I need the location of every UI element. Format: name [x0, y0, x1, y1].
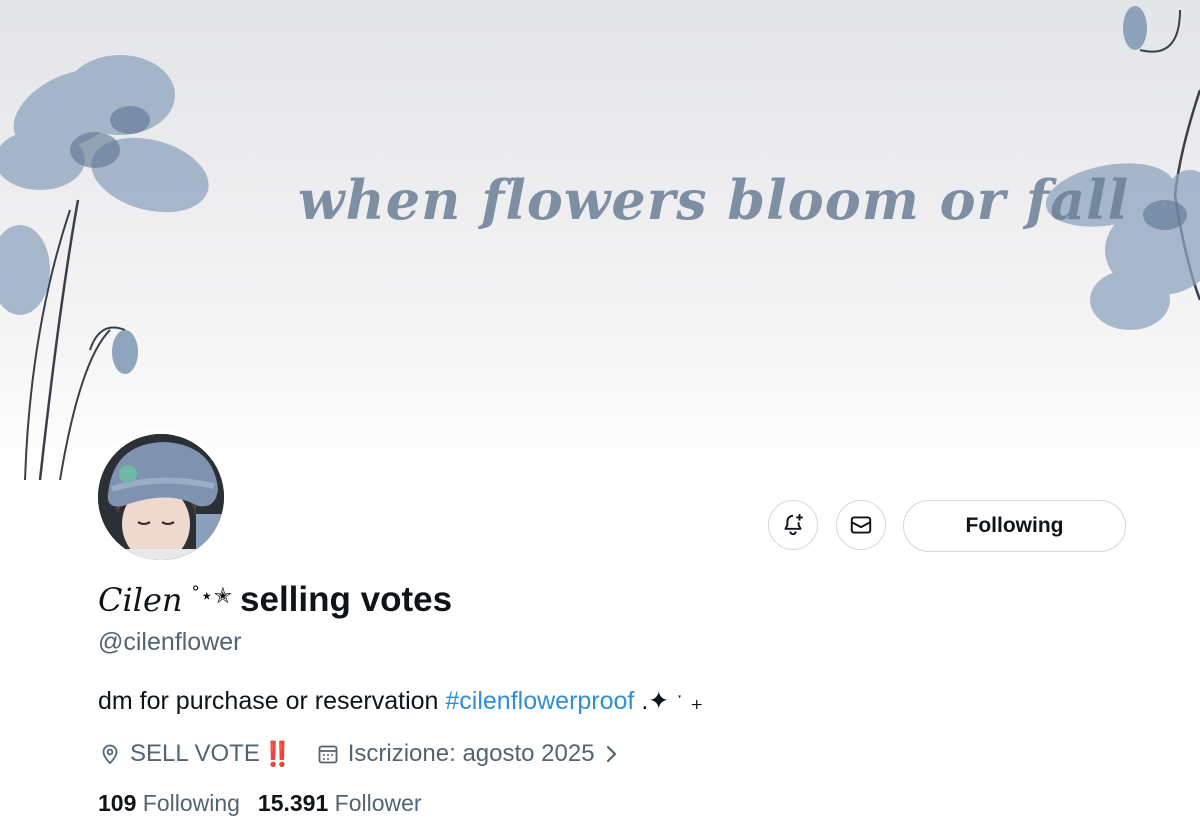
following-label: Following	[142, 790, 240, 816]
profile-meta: SELL VOTE ‼️ Iscrizione: agosto 2025	[98, 737, 621, 771]
following-button[interactable]: Following	[903, 500, 1126, 552]
display-name: Cilen ˚⋆✭ selling votes	[98, 578, 452, 622]
avatar-photo	[98, 434, 224, 560]
display-name-script: Cilen	[98, 581, 183, 619]
double-exclamation-emoji: ‼️	[262, 740, 293, 768]
following-count: 109	[98, 790, 137, 816]
followers-stat[interactable]: 15.391 Follower	[258, 790, 422, 817]
banner-caption: when flowers bloom or fall	[298, 168, 1130, 232]
message-button[interactable]	[836, 500, 886, 550]
joined-item[interactable]: Iscrizione: agosto 2025	[316, 740, 621, 768]
bell-plus-icon	[784, 514, 803, 536]
location-text: SELL VOTE	[130, 740, 260, 767]
location-pin-icon	[102, 744, 118, 765]
profile-banner[interactable]: when flowers bloom or fall	[0, 0, 1200, 480]
bio-suffix: .✦ ˑ ₊	[641, 687, 704, 715]
avatar[interactable]	[93, 429, 229, 565]
chevron-right-icon	[606, 745, 616, 763]
followers-count: 15.391	[257, 790, 329, 816]
calendar-icon	[318, 745, 338, 764]
profile-handle: @cilenflower	[98, 628, 242, 656]
display-name-symbols: ˚⋆✭	[192, 583, 233, 608]
bio-text: dm for purchase or reservation	[98, 687, 439, 715]
display-name-text: selling votes	[240, 580, 453, 619]
notification-button[interactable]	[768, 500, 818, 550]
profile-bio: dm for purchase or reservation #cilenflo…	[98, 686, 703, 716]
joined-text: Iscrizione: agosto 2025	[347, 740, 595, 767]
envelope-icon	[850, 516, 872, 534]
following-stat[interactable]: 109 Following	[98, 790, 240, 817]
bio-hashtag-link[interactable]: #cilenflowerproof	[445, 687, 634, 715]
location-item: SELL VOTE ‼️	[98, 740, 293, 769]
follow-stats: 109 Following 15.391 Follower	[98, 790, 422, 817]
watercolor-flowers-illustration	[0, 6, 1200, 480]
followers-label: Follower	[334, 790, 422, 816]
